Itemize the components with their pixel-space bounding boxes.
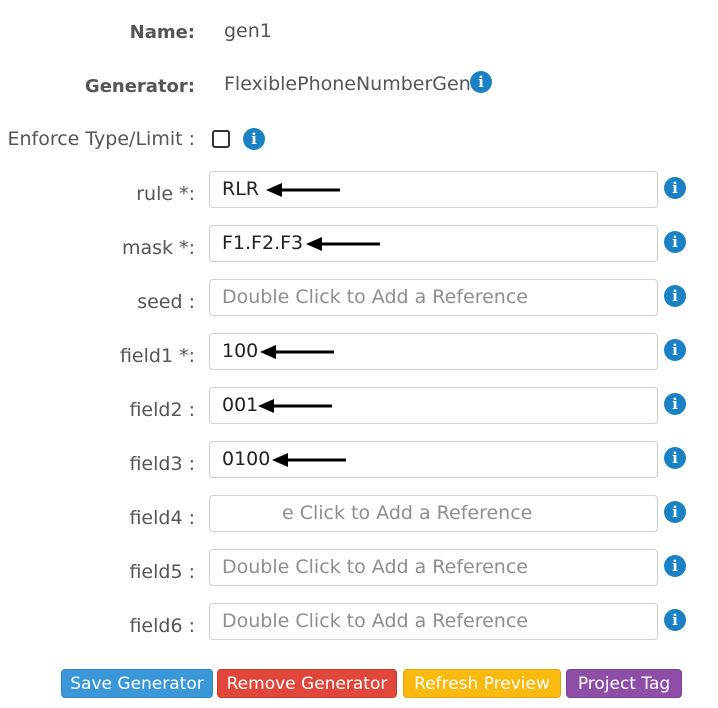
field3-label: field3 : [129,453,195,475]
mask-input[interactable]: F1.F2.F3 [209,225,658,262]
field1-info-icon[interactable]: i [664,339,686,361]
field5-info-icon[interactable]: i [664,555,686,577]
field2-input[interactable]: 001 [209,387,658,424]
field4-placeholder: e Click to Add a Reference [282,502,533,524]
field4-info-icon[interactable]: i [664,501,686,523]
name-label: Name: [129,22,195,43]
rule-info-icon[interactable]: i [664,177,686,199]
field2-value: 001 [222,394,259,416]
arrow-left-icon [266,183,340,197]
seed-info-icon[interactable]: i [664,285,686,307]
save-generator-button[interactable]: Save Generator [61,669,213,698]
field2-info-icon[interactable]: i [664,393,686,415]
field3-value: 0100 [222,448,271,470]
field6-input[interactable]: Double Click to Add a Reference [209,603,658,640]
mask-label: mask *: [122,237,195,259]
rule-value: RLR [222,178,259,200]
field3-info-icon[interactable]: i [664,447,686,469]
field6-label: field6 : [129,615,195,637]
remove-generator-button[interactable]: Remove Generator [217,669,397,698]
field4-label: field4 : [129,507,195,529]
enforce-label: Enforce Type/Limit : [7,128,195,150]
mask-value: F1.F2.F3 [222,232,304,254]
rule-label: rule *: [136,183,195,205]
seed-placeholder: Double Click to Add a Reference [222,286,528,308]
field1-input[interactable]: 100 [209,333,658,370]
arrow-left-icon [306,237,380,251]
field3-input[interactable]: 0100 [209,441,658,478]
arrow-left-icon [258,399,332,413]
rule-input[interactable]: RLR [209,171,658,208]
seed-label: seed : [137,291,195,313]
refresh-preview-button[interactable]: Refresh Preview [403,669,561,698]
generator-info-icon[interactable]: i [470,71,492,93]
generator-value: FlexiblePhoneNumberGen [224,73,471,95]
enforce-type-limit-checkbox[interactable] [212,130,230,148]
field5-label: field5 : [129,561,195,583]
generator-label: Generator: [84,76,195,97]
project-tag-button[interactable]: Project Tag [566,669,682,698]
field5-placeholder: Double Click to Add a Reference [222,556,528,578]
arrow-left-icon [260,345,334,359]
field6-placeholder: Double Click to Add a Reference [222,610,528,632]
field1-label: field1 *: [119,345,195,367]
field2-label: field2 : [129,399,195,421]
arrow-left-icon [272,453,346,467]
enforce-info-icon[interactable]: i [243,128,265,150]
field4-input[interactable]: e Click to Add a Reference [209,495,658,532]
name-value: gen1 [224,20,272,42]
field6-info-icon[interactable]: i [664,609,686,631]
field1-value: 100 [222,340,259,362]
seed-input[interactable]: Double Click to Add a Reference [209,279,658,316]
mask-info-icon[interactable]: i [664,231,686,253]
field5-input[interactable]: Double Click to Add a Reference [209,549,658,586]
